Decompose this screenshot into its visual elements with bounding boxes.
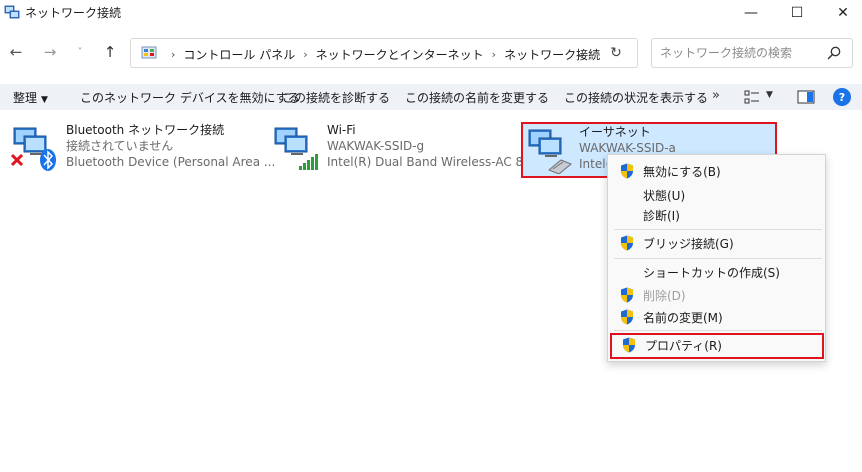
- menu-item-label: 名前の変更(M): [643, 311, 723, 325]
- organize-menu[interactable]: 整理 ▼: [13, 89, 48, 106]
- item-name: Bluetooth ネットワーク接続: [66, 123, 225, 137]
- search-box[interactable]: [651, 38, 853, 68]
- menu-item-delete: 削除(D): [608, 283, 825, 307]
- menu-item-label: ショートカットの作成(S): [643, 266, 780, 280]
- menu-item-disable[interactable]: 無効にする(B): [608, 159, 825, 183]
- up-button[interactable]: ↑: [98, 40, 122, 64]
- menu-item-label: 診断(I): [643, 209, 680, 223]
- command-bar: 整理 ▼ このネットワーク デバイスを無効にする この接続を診断する この接続の名…: [0, 84, 862, 110]
- connection-item-bluetooth[interactable]: Bluetooth ネットワーク接続 接続されていません Bluetooth D…: [10, 120, 275, 176]
- address-dropdown-icon[interactable]: ⌄: [571, 44, 589, 62]
- navigation-bar: ← → ˅ ↑ › コントロール パネル › ネットワークとインターネット › …: [0, 30, 862, 74]
- menu-item-label: 状態(U): [643, 189, 686, 203]
- view-options-dropdown-icon[interactable]: ▼: [766, 90, 773, 100]
- uac-shield-icon: [621, 287, 633, 303]
- menu-item-label: 無効にする(B): [643, 165, 721, 179]
- breadcrumb-separator[interactable]: ›: [492, 48, 496, 61]
- menu-item-create-shortcut[interactable]: ショートカットの作成(S): [608, 260, 825, 284]
- item-device: Intel(R) Dual Band Wireless-AC 82...: [327, 155, 543, 169]
- item-status: 接続されていません: [66, 139, 174, 153]
- menu-item-label: ブリッジ接続(G): [643, 237, 734, 251]
- breadcrumb-separator: ›: [171, 48, 176, 61]
- menu-separator: [614, 330, 822, 331]
- search-icon[interactable]: [826, 45, 842, 61]
- title-bar: ネットワーク接続 — ☐ ✕: [0, 0, 862, 26]
- item-name: イーサネット: [579, 125, 651, 139]
- menu-item-rename[interactable]: 名前の変更(M): [608, 305, 825, 329]
- control-panel-icon: [141, 46, 157, 59]
- minimize-button[interactable]: —: [728, 0, 774, 26]
- breadcrumb-separator[interactable]: ›: [303, 48, 307, 61]
- organize-label: 整理: [13, 91, 38, 105]
- diagnose-button[interactable]: この接続を診断する: [282, 89, 390, 106]
- address-bar[interactable]: › コントロール パネル › ネットワークとインターネット › ネットワーク接続…: [130, 38, 638, 68]
- uac-shield-icon: [621, 309, 633, 325]
- connection-item-wifi[interactable]: Wi-Fi WAKWAK-SSID-g Intel(R) Dual Band W…: [271, 120, 542, 176]
- menu-item-label: プロパティ(R): [645, 339, 722, 353]
- context-menu: 無効にする(B) 状態(U) 診断(I) ブリッジ接続(G) ショートカットの作…: [607, 154, 826, 362]
- wifi-network-icon: [274, 127, 318, 170]
- more-commands-button[interactable]: »: [712, 88, 720, 103]
- window-title: ネットワーク接続: [25, 6, 122, 20]
- uac-shield-icon: [621, 235, 633, 251]
- ethernet-network-icon: [528, 129, 572, 174]
- disable-device-button[interactable]: このネットワーク デバイスを無効にする: [80, 89, 300, 106]
- maximize-button[interactable]: ☐: [774, 0, 820, 26]
- menu-item-diagnose[interactable]: 診断(I): [608, 203, 825, 227]
- view-status-button[interactable]: この接続の状況を表示する: [564, 89, 708, 106]
- search-input[interactable]: [660, 44, 820, 62]
- change-view-icon[interactable]: [744, 89, 760, 105]
- network-connections-app-icon: [4, 5, 20, 19]
- menu-item-bridge[interactable]: ブリッジ接続(G): [608, 231, 825, 255]
- close-button[interactable]: ✕: [820, 0, 862, 26]
- preview-pane-icon[interactable]: [797, 89, 815, 105]
- breadcrumb: › コントロール パネル › ネットワークとインターネット › ネットワーク接続: [163, 46, 600, 63]
- menu-item-properties[interactable]: プロパティ(R): [610, 333, 824, 359]
- menu-separator: [614, 258, 822, 259]
- item-text: Bluetooth ネットワーク接続 接続されていません Bluetooth D…: [66, 122, 275, 170]
- help-icon[interactable]: ?: [833, 88, 851, 106]
- recent-locations-button[interactable]: ˅: [68, 40, 92, 64]
- menu-separator: [614, 229, 822, 230]
- breadcrumb-control-panel[interactable]: コントロール パネル: [183, 46, 295, 63]
- item-status: WAKWAK-SSID-g: [327, 139, 425, 153]
- refresh-icon[interactable]: ↻: [607, 44, 625, 62]
- menu-item-label: 削除(D): [643, 289, 686, 303]
- item-device: Bluetooth Device (Personal Area ...: [66, 155, 276, 169]
- uac-shield-icon: [623, 337, 635, 353]
- back-button[interactable]: ←: [4, 40, 28, 64]
- forward-button[interactable]: →: [38, 40, 62, 64]
- item-text: Wi-Fi WAKWAK-SSID-g Intel(R) Dual Band W…: [327, 122, 542, 170]
- bluetooth-network-icon: [10, 127, 56, 171]
- dropdown-arrow-icon: ▼: [41, 95, 48, 105]
- rename-button[interactable]: この接続の名前を変更する: [405, 89, 549, 106]
- breadcrumb-network-and-internet[interactable]: ネットワークとインターネット: [316, 46, 484, 63]
- item-name: Wi-Fi: [327, 123, 356, 137]
- uac-shield-icon: [621, 163, 633, 179]
